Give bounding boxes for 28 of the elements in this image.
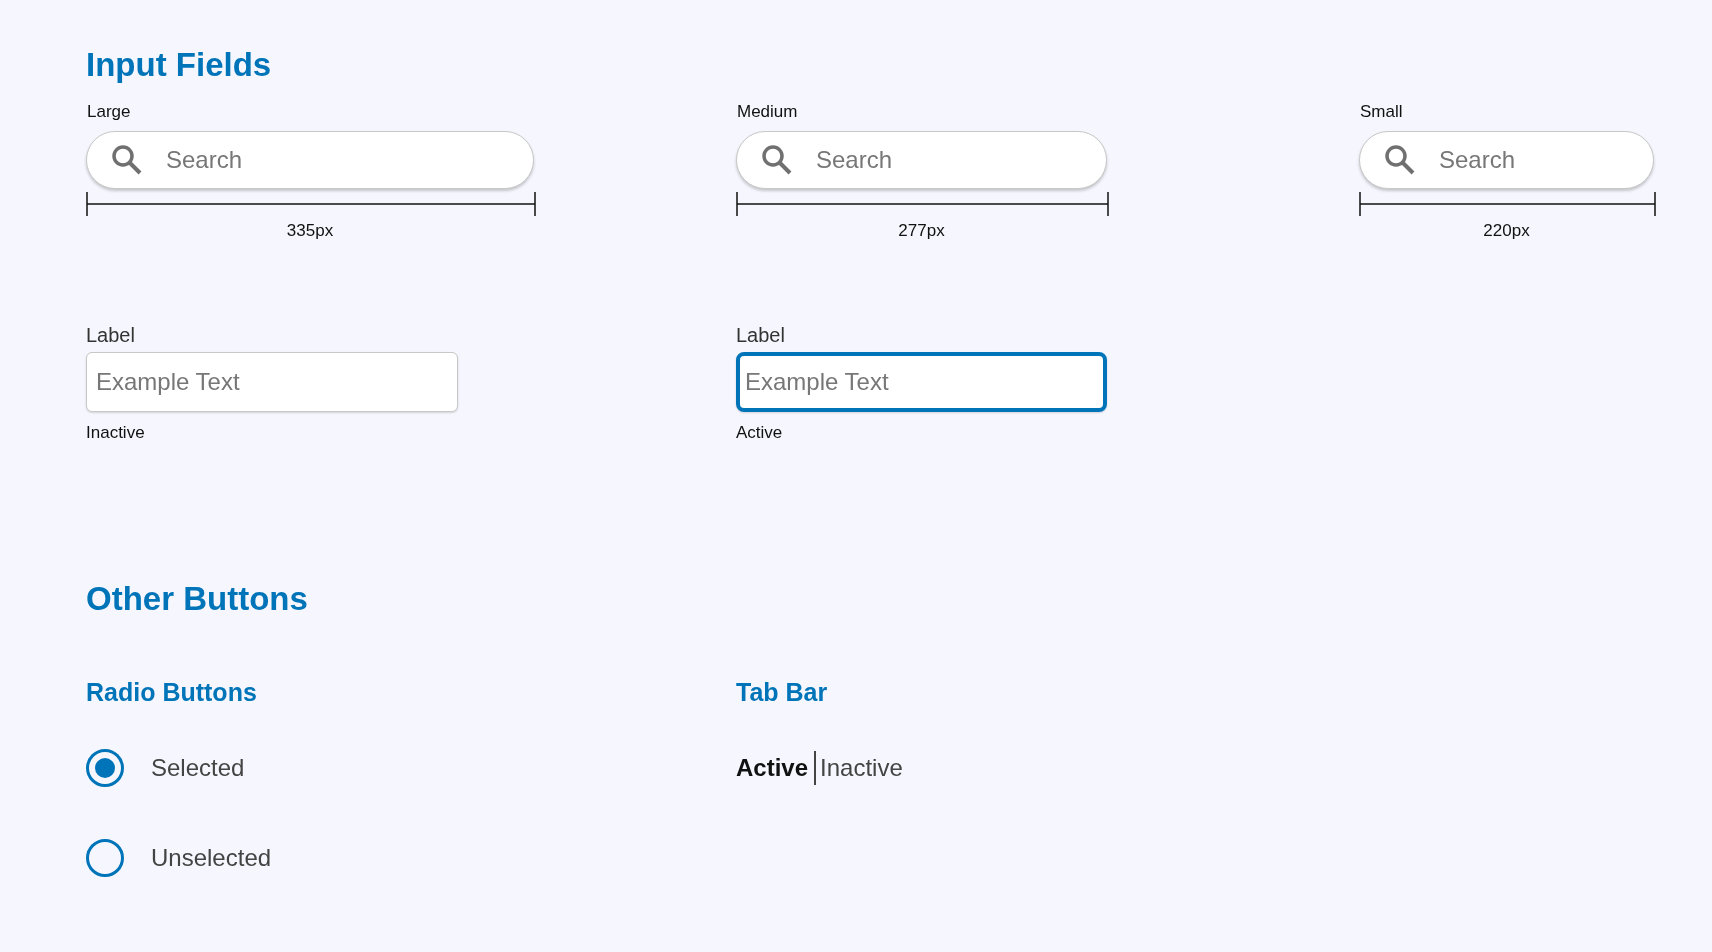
search-field[interactable]: Search — [1359, 131, 1654, 189]
width-label: 277px — [898, 221, 945, 240]
search-field[interactable]: Search — [86, 131, 534, 189]
section-title: Input Fields — [86, 45, 273, 85]
size-label: Small — [1360, 101, 1403, 123]
text-field[interactable]: Example Text — [736, 352, 1107, 412]
search-icon — [761, 144, 793, 176]
radio-button[interactable] — [86, 749, 124, 787]
size-label: Large — [87, 101, 131, 123]
section-title: Other Buttons — [86, 579, 309, 619]
field-label: Label — [86, 323, 135, 348]
width-label: 220px — [1483, 221, 1530, 240]
field-label: Label — [736, 323, 785, 348]
text-field[interactable]: Example Text — [86, 352, 458, 412]
tab[interactable]: Active — [736, 754, 813, 782]
radio-button[interactable] — [86, 839, 124, 877]
radio-label: Selected — [151, 754, 245, 782]
width-label: 335px — [286, 221, 334, 240]
state-caption: Active — [736, 422, 783, 444]
radio-label: Unselected — [151, 844, 272, 872]
size-label: Medium — [737, 101, 798, 123]
subsection-title: Radio Buttons — [86, 677, 257, 708]
tab[interactable]: Inactive — [818, 754, 907, 782]
state-caption: Inactive — [86, 422, 145, 444]
subsection-title: Tab Bar — [736, 677, 828, 708]
search-field[interactable]: Search — [736, 131, 1107, 189]
search-icon — [1384, 144, 1416, 176]
search-icon — [111, 144, 143, 176]
